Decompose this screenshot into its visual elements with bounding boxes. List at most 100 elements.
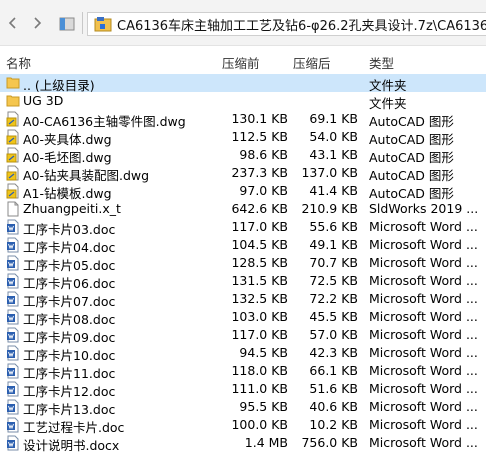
- file-packed-size: 57.0 KB: [309, 327, 358, 342]
- file-compressed-size: 100.0 KB: [231, 417, 288, 432]
- file-compressed-size: 95.5 KB: [239, 399, 288, 414]
- file-compressed-size: 103.0 KB: [231, 309, 288, 324]
- file-row[interactable]: 设计说明书.docx 1.4 MB 756.0 KB Microsoft Word .…: [0, 434, 486, 453]
- word-doc-icon: [6, 363, 20, 379]
- file-packed-size: 42.3 KB: [309, 345, 358, 360]
- file-row[interactable]: Zhuangpeiti.x_t 642.6 KB 210.9 KB SldWorks …: [0, 200, 486, 218]
- toolbar-separator: [82, 12, 83, 34]
- file-compressed-size: 111.0 KB: [231, 381, 288, 396]
- word-doc-icon: [6, 345, 20, 361]
- view-toggle-button[interactable]: [58, 15, 76, 33]
- dwg-icon: [6, 183, 20, 199]
- file-packed-size: 756.0 KB: [301, 435, 358, 450]
- word-doc-icon: [6, 399, 20, 415]
- file-type: Microsoft Word ...: [369, 381, 478, 396]
- file-compressed-size: 97.0 KB: [239, 183, 288, 198]
- word-doc-icon: [6, 381, 20, 397]
- file-name: Zhuangpeiti.x_t: [23, 201, 121, 216]
- file-compressed-size: 98.6 KB: [239, 147, 288, 162]
- file-row[interactable]: UG 3D 文件夹: [0, 92, 486, 111]
- column-header: 名称 压缩前 压缩后 类型: [0, 53, 486, 71]
- file-name: UG 3D: [23, 93, 64, 108]
- file-compressed-size: 104.5 KB: [231, 237, 288, 252]
- header-compressed[interactable]: 压缩前: [222, 53, 260, 72]
- file-packed-size: 72.2 KB: [309, 291, 358, 306]
- header-size[interactable]: 压缩后: [293, 53, 331, 72]
- file-packed-size: 54.0 KB: [309, 129, 358, 144]
- file-list: .. (上级目录) 文件夹 UG 3D 文件夹 A0-CA6136主轴零件图.dwg 13…: [0, 74, 486, 453]
- file-type: Microsoft Word ...: [369, 417, 478, 432]
- file-compressed-size: 128.5 KB: [231, 255, 288, 270]
- address-bar[interactable]: CA6136车床主轴加工工艺及钻6-φ26.2孔夹具设计.7z\CA6136车床…: [87, 12, 486, 36]
- file-row[interactable]: 工序卡片12.doc 111.0 KB 51.6 KB Microsoft Word …: [0, 380, 486, 399]
- file-type: Microsoft Word ...: [369, 219, 478, 234]
- word-doc-icon: [6, 309, 20, 325]
- file-compressed-size: 642.6 KB: [231, 201, 288, 216]
- file-row[interactable]: 工序卡片03.doc 117.0 KB 55.6 KB Microsoft Word …: [0, 218, 486, 237]
- toolbar: CA6136车床主轴加工工艺及钻6-φ26.2孔夹具设计.7z\CA6136车床…: [0, 0, 486, 46]
- file-compressed-size: 132.5 KB: [231, 291, 288, 306]
- file-compressed-size: 131.5 KB: [231, 273, 288, 288]
- file-type: Microsoft Word ...: [369, 363, 478, 378]
- word-doc-icon: [6, 417, 20, 433]
- dwg-icon: [6, 147, 20, 163]
- word-doc-icon: [6, 327, 20, 343]
- file-packed-size: 51.6 KB: [309, 381, 358, 396]
- file-row[interactable]: 工序卡片13.doc 95.5 KB 40.6 KB Microsoft Word .…: [0, 398, 486, 417]
- file-type: Microsoft Word ...: [369, 327, 478, 342]
- forward-button[interactable]: [28, 14, 46, 32]
- file-compressed-size: 94.5 KB: [239, 345, 288, 360]
- back-button[interactable]: [4, 14, 22, 32]
- word-doc-icon: [6, 237, 20, 253]
- file-row[interactable]: A0-钻夹具装配图.dwg 237.3 KB 137.0 KB AutoCAD 图形: [0, 164, 486, 183]
- file-row[interactable]: 工序卡片11.doc 118.0 KB 66.1 KB Microsoft Word …: [0, 362, 486, 381]
- file-compressed-size: 112.5 KB: [231, 129, 288, 144]
- file-row[interactable]: A0-CA6136主轴零件图.dwg 130.1 KB 69.1 KB AutoCAD…: [0, 110, 486, 129]
- dwg-icon: [6, 111, 20, 127]
- file-type: Microsoft Word ...: [369, 345, 478, 360]
- word-doc-icon: [6, 219, 20, 235]
- file-packed-size: 45.5 KB: [309, 309, 358, 324]
- file-packed-size: 137.0 KB: [301, 165, 358, 180]
- file-packed-size: 70.7 KB: [309, 255, 358, 270]
- file-compressed-size: 1.4 MB: [244, 435, 288, 450]
- file-packed-size: 43.1 KB: [309, 147, 358, 162]
- file-compressed-size: 118.0 KB: [231, 363, 288, 378]
- file-row[interactable]: 工序卡片10.doc 94.5 KB 42.3 KB Microsoft Word .…: [0, 344, 486, 363]
- word-doc-icon: [6, 273, 20, 289]
- word-docx-icon: [6, 435, 20, 451]
- file-row[interactable]: A1-钻模板.dwg 97.0 KB 41.4 KB AutoCAD 图形: [0, 182, 486, 201]
- header-type[interactable]: 类型: [369, 53, 394, 72]
- file-compressed-size: 117.0 KB: [231, 327, 288, 342]
- file-type: Microsoft Word ...: [369, 309, 478, 324]
- arrow-right-icon: [34, 17, 42, 29]
- file-row[interactable]: 工序卡片09.doc 117.0 KB 57.0 KB Microsoft Word …: [0, 326, 486, 345]
- file-packed-size: 55.6 KB: [309, 219, 358, 234]
- file-compressed-size: 237.3 KB: [231, 165, 288, 180]
- dwg-icon: [6, 165, 20, 181]
- file-type: Microsoft Word ...: [369, 435, 478, 450]
- file-name: 设计说明书.docx: [23, 438, 120, 453]
- file-row[interactable]: A0-毛坯图.dwg 98.6 KB 43.1 KB AutoCAD 图形: [0, 146, 486, 165]
- file-type: Microsoft Word ...: [369, 237, 478, 252]
- header-name[interactable]: 名称: [6, 53, 31, 72]
- dwg-icon: [6, 129, 20, 145]
- file-row[interactable]: A0-夹具体.dwg 112.5 KB 54.0 KB AutoCAD 图形: [0, 128, 486, 147]
- file-row[interactable]: .. (上级目录) 文件夹: [0, 74, 486, 93]
- file-compressed-size: 117.0 KB: [231, 219, 288, 234]
- view-icon: [59, 17, 75, 31]
- file-packed-size: 41.4 KB: [309, 183, 358, 198]
- file-row[interactable]: 工序卡片05.doc 128.5 KB 70.7 KB Microsoft Word …: [0, 254, 486, 273]
- file-row[interactable]: 工序卡片08.doc 103.0 KB 45.5 KB Microsoft Word …: [0, 308, 486, 327]
- file-row[interactable]: 工艺过程卡片.doc 100.0 KB 10.2 KB Microsoft Word …: [0, 416, 486, 435]
- file-packed-size: 40.6 KB: [309, 399, 358, 414]
- blank-file-icon: [6, 201, 20, 217]
- file-row[interactable]: 工序卡片06.doc 131.5 KB 72.5 KB Microsoft Word …: [0, 272, 486, 291]
- file-type: Microsoft Word ...: [369, 399, 478, 414]
- file-row[interactable]: 工序卡片04.doc 104.5 KB 49.1 KB Microsoft Word …: [0, 236, 486, 255]
- file-type: Microsoft Word ...: [369, 291, 478, 306]
- file-packed-size: 66.1 KB: [309, 363, 358, 378]
- file-row[interactable]: 工序卡片07.doc 132.5 KB 72.2 KB Microsoft Word …: [0, 290, 486, 309]
- folder-icon: [6, 93, 20, 109]
- word-doc-icon: [6, 255, 20, 271]
